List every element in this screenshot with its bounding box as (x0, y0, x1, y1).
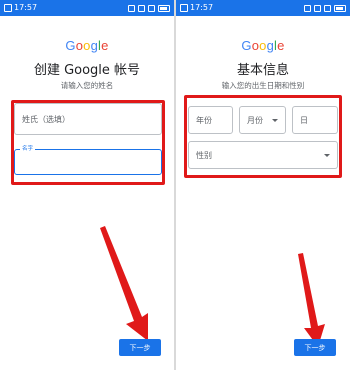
firstname-label: 名字 (20, 145, 36, 153)
day-placeholder: 日 (300, 115, 308, 125)
firstname-input[interactable]: 名字 (14, 145, 162, 175)
status-bar: 17:57 (176, 0, 350, 16)
bluetooth-icon (128, 4, 135, 12)
page-subtitle: 请输入您的姓名 (60, 81, 114, 90)
logo-letter: e (277, 38, 285, 53)
mute-icon (138, 4, 145, 12)
logo-letter: o (75, 38, 84, 53)
page-title: 创建 Google 帐号 (33, 63, 141, 78)
status-icons (304, 0, 346, 16)
logo-letter: o (251, 38, 260, 53)
screen-create-account: 17:57 Google 创建 Google 帐号 请输入您的姓名 姓氏（选填）… (0, 0, 174, 370)
logo-letter: g (266, 38, 275, 53)
screen-basic-info: 17:57 Google 基本信息 输入您的出生日期和性别 年份 月份 日 性别… (176, 0, 350, 370)
logo-letter: G (241, 38, 252, 53)
battery-icon (158, 4, 170, 12)
mute-icon (314, 4, 321, 12)
logo-letter: g (90, 38, 99, 53)
wifi-icon (324, 4, 331, 12)
status-time: 17:57 (190, 3, 214, 12)
google-logo: Google (176, 38, 350, 53)
gender-select[interactable]: 性别 (188, 141, 338, 169)
next-button[interactable]: 下一步 (294, 339, 336, 356)
chevron-down-icon (324, 154, 330, 157)
status-time: 17:57 (14, 3, 38, 12)
logo-letter: G (65, 38, 76, 53)
logo-letter: o (83, 38, 91, 53)
gender-placeholder: 性别 (196, 150, 212, 160)
wifi-icon (148, 4, 155, 12)
next-button[interactable]: 下一步 (119, 339, 161, 356)
sim-icon (180, 4, 188, 12)
month-select[interactable]: 月份 (239, 106, 286, 134)
day-input[interactable]: 日 (292, 106, 338, 134)
google-logo: Google (0, 38, 174, 53)
sim-icon (4, 4, 12, 12)
battery-icon (334, 4, 346, 12)
year-input[interactable]: 年份 (188, 106, 233, 134)
logo-letter: e (101, 38, 109, 53)
status-icons (128, 0, 170, 16)
page-title: 基本信息 (236, 63, 289, 78)
chevron-down-icon (272, 119, 278, 122)
logo-letter: o (259, 38, 267, 53)
lastname-input[interactable]: 姓氏（选填） (14, 103, 162, 135)
red-arrow-icon (298, 253, 325, 347)
year-placeholder: 年份 (196, 115, 212, 125)
page-subtitle: 输入您的出生日期和性别 (221, 81, 305, 90)
status-bar: 17:57 (0, 0, 174, 16)
red-arrow-icon (100, 226, 148, 341)
lastname-placeholder: 姓氏（选填） (22, 114, 70, 124)
month-placeholder: 月份 (247, 115, 263, 125)
bluetooth-icon (304, 4, 311, 12)
